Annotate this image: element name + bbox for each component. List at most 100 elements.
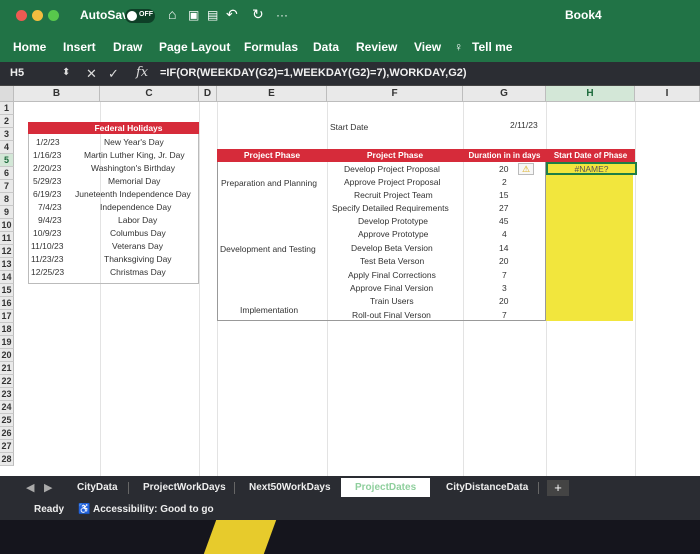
row-header[interactable]: 25 — [0, 414, 14, 427]
tab-insert[interactable]: Insert — [63, 40, 96, 54]
task-name[interactable]: Develop Beta Version — [351, 243, 433, 253]
tab-formulas[interactable]: Formulas — [244, 40, 298, 54]
holiday-date[interactable]: 10/9/23 — [33, 228, 61, 238]
task-name[interactable]: Approve Final Version — [350, 283, 433, 293]
print-icon[interactable]: ▤ — [207, 8, 218, 22]
enter-icon[interactable]: ✓ — [108, 66, 119, 82]
row-header[interactable]: 28 — [0, 453, 14, 466]
row-header[interactable]: 1 — [0, 102, 14, 115]
column-header-g[interactable]: G — [463, 86, 546, 102]
holiday-name[interactable]: Martin Luther King, Jr. Day — [84, 150, 185, 160]
row-header[interactable]: 7 — [0, 180, 14, 193]
row-header[interactable]: 22 — [0, 375, 14, 388]
holiday-name[interactable]: Thanksgiving Day — [104, 254, 172, 264]
sheet-tab-citydata[interactable]: CityData — [77, 482, 118, 493]
phase-group[interactable]: Implementation — [240, 305, 298, 315]
task-duration[interactable]: 15 — [499, 190, 508, 200]
row-header[interactable]: 8 — [0, 193, 14, 206]
error-warning-icon[interactable]: ⚠ — [518, 163, 534, 175]
holiday-date[interactable]: 7/4/23 — [38, 202, 62, 212]
column-header-h[interactable]: H — [546, 86, 635, 102]
holiday-date[interactable]: 6/19/23 — [33, 189, 61, 199]
column-header-b[interactable]: B — [14, 86, 100, 102]
row-header[interactable]: 3 — [0, 128, 14, 141]
holiday-name[interactable]: Columbus Day — [110, 228, 166, 238]
phase-group[interactable]: Development and Testing — [220, 244, 316, 254]
row-header[interactable]: 10 — [0, 219, 14, 232]
row-header[interactable]: 12 — [0, 245, 14, 258]
task-name[interactable]: Approve Prototype — [358, 229, 428, 239]
holiday-date[interactable]: 11/23/23 — [31, 254, 63, 264]
holiday-date[interactable]: 1/2/23 — [36, 137, 60, 147]
task-duration[interactable]: 7 — [502, 270, 507, 280]
holiday-date[interactable]: 5/29/23 — [33, 176, 61, 186]
row-header[interactable]: 21 — [0, 362, 14, 375]
task-name[interactable]: Test Beta Verson — [360, 256, 424, 266]
cancel-icon[interactable]: ✕ — [86, 66, 97, 82]
project-phase-header[interactable]: Project Phase — [217, 149, 327, 162]
holiday-date[interactable]: 9/4/23 — [38, 215, 62, 225]
add-sheet-button[interactable]: + — [547, 480, 569, 496]
holiday-date[interactable]: 1/16/23 — [33, 150, 61, 160]
formula-input[interactable]: =IF(OR(WEEKDAY(G2)=1,WEEKDAY(G2)=7),WORK… — [160, 67, 467, 79]
row-header[interactable]: 11 — [0, 232, 14, 245]
close-window-button[interactable] — [16, 10, 27, 21]
holiday-name[interactable]: Memorial Day — [108, 176, 160, 186]
sheet-tab-next50workdays[interactable]: Next50WorkDays — [249, 482, 331, 493]
tab-review[interactable]: Review — [356, 40, 397, 54]
row-header[interactable]: 16 — [0, 297, 14, 310]
select-all-corner[interactable] — [0, 86, 14, 102]
insert-function-icon[interactable]: fx — [136, 65, 148, 80]
home-icon[interactable]: ⌂ — [168, 6, 176, 22]
task-duration[interactable]: 7 — [502, 310, 507, 320]
row-header[interactable]: 18 — [0, 323, 14, 336]
task-duration[interactable]: 3 — [502, 283, 507, 293]
holiday-name[interactable]: Labor Day — [118, 215, 157, 225]
row-header[interactable]: 4 — [0, 141, 14, 154]
scroll-tabs-left-icon[interactable]: ◀ — [26, 481, 34, 494]
row-header[interactable]: 27 — [0, 440, 14, 453]
tab-draw[interactable]: Draw — [113, 40, 142, 54]
task-duration[interactable]: 20 — [499, 256, 508, 266]
tab-home[interactable]: Home — [13, 40, 46, 54]
column-header-i[interactable]: I — [635, 86, 700, 102]
maximize-window-button[interactable] — [48, 10, 59, 21]
row-header[interactable]: 15 — [0, 284, 14, 297]
row-header[interactable]: 20 — [0, 349, 14, 362]
name-box[interactable]: H5 — [10, 67, 24, 79]
task-name[interactable]: Specify Detailed Requirements — [332, 203, 449, 213]
accessibility-icon[interactable]: ♿ — [78, 504, 90, 515]
column-header-c[interactable]: C — [100, 86, 199, 102]
sheet-tab-citydistancedata[interactable]: CityDistanceData — [446, 482, 528, 493]
holiday-name[interactable]: Christmas Day — [110, 267, 166, 277]
task-duration[interactable]: 14 — [499, 243, 508, 253]
column-header-f[interactable]: F — [327, 86, 463, 102]
task-name[interactable]: Apply Final Corrections — [348, 270, 436, 280]
tab-data[interactable]: Data — [313, 40, 339, 54]
undo-icon[interactable]: ↶ — [226, 6, 238, 23]
minimize-window-button[interactable] — [32, 10, 43, 21]
accessibility-status[interactable]: Accessibility: Good to go — [93, 504, 214, 515]
holiday-date[interactable]: 11/10/23 — [31, 241, 63, 251]
tab-page-layout[interactable]: Page Layout — [159, 40, 230, 54]
task-name[interactable]: Develop Project Proposal — [344, 164, 440, 174]
redo-icon[interactable]: ↻ — [252, 6, 264, 23]
duration-header[interactable]: Duration in in days — [463, 149, 546, 162]
worksheet-grid[interactable]: B C D E F G H I 1 2 3 4 5 6 7 8 9 10 11 … — [0, 86, 700, 476]
start-date-label[interactable]: Start Date — [330, 122, 368, 132]
task-duration[interactable]: 20 — [499, 296, 508, 306]
project-task-header[interactable]: Project Phase — [327, 149, 463, 162]
task-duration[interactable]: 27 — [499, 203, 508, 213]
scroll-tabs-right-icon[interactable]: ▶ — [44, 481, 52, 494]
sheet-tab-projectdates[interactable]: ProjectDates — [341, 478, 431, 497]
holiday-name[interactable]: New Year's Day — [104, 137, 164, 147]
task-name[interactable]: Roll-out Final Verson — [352, 310, 431, 320]
name-box-stepper-icon[interactable]: ⬍ — [62, 67, 70, 78]
more-commands-icon[interactable]: ··· — [276, 8, 288, 22]
row-header[interactable]: 17 — [0, 310, 14, 323]
task-name[interactable]: Recruit Project Team — [354, 190, 433, 200]
tell-me-search[interactable]: Tell me — [472, 40, 512, 54]
row-header[interactable]: 19 — [0, 336, 14, 349]
task-duration[interactable]: 2 — [502, 177, 507, 187]
holiday-name[interactable]: Independence Day — [100, 202, 171, 212]
